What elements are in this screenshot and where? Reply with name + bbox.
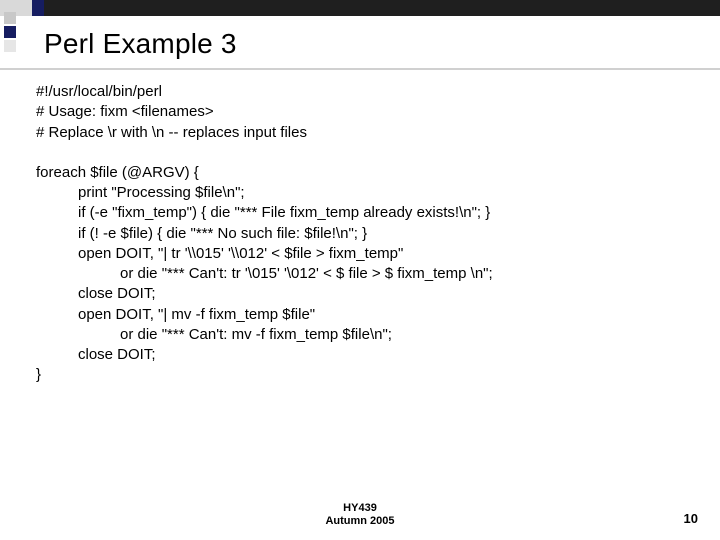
code-line: if (-e "fixm_temp") { die "*** File fixm… — [36, 203, 696, 223]
code-line: if (! -e $file) { die "*** No such file:… — [36, 224, 696, 244]
code-line: # Usage: fixm <filenames> — [36, 102, 696, 122]
code-line: or die "*** Can't: mv -f fixm_temp $file… — [36, 325, 696, 345]
code-line: open DOIT, "| mv -f fixm_temp $file" — [36, 305, 696, 325]
deco-square — [4, 40, 16, 52]
slide-body: #!/usr/local/bin/perl # Usage: fixm <fil… — [36, 82, 696, 386]
code-line: open DOIT, "| tr '\\015' '\\012' < $file… — [36, 244, 696, 264]
intro-block: #!/usr/local/bin/perl # Usage: fixm <fil… — [36, 82, 696, 143]
code-line: # Replace \r with \n -- replaces input f… — [36, 123, 696, 143]
footer-course: HY439 — [325, 502, 394, 515]
side-decorative-squares — [4, 12, 16, 54]
code-block: foreach $file (@ARGV) { print "Processin… — [36, 163, 696, 386]
page-number: 10 — [684, 511, 698, 526]
code-line: } — [36, 365, 696, 385]
code-line: #!/usr/local/bin/perl — [36, 82, 696, 102]
top-decorative-bar — [0, 0, 720, 16]
code-line: close DOIT; — [36, 345, 696, 365]
code-line: foreach $file (@ARGV) { — [36, 163, 696, 183]
footer-center: HY439 Autumn 2005 — [325, 502, 394, 528]
footer-term: Autumn 2005 — [325, 515, 394, 528]
slide-footer: HY439 Autumn 2005 — [0, 502, 720, 528]
slide-title: Perl Example 3 — [44, 28, 237, 60]
title-underline — [0, 68, 720, 70]
deco-dark — [44, 0, 720, 16]
deco-navy — [32, 0, 44, 16]
code-line: close DOIT; — [36, 284, 696, 304]
deco-square — [4, 12, 16, 24]
code-line: print "Processing $file\n"; — [36, 183, 696, 203]
deco-square — [4, 26, 16, 38]
code-line: or die "*** Can't: tr '\015' '\012' < $ … — [36, 264, 696, 284]
